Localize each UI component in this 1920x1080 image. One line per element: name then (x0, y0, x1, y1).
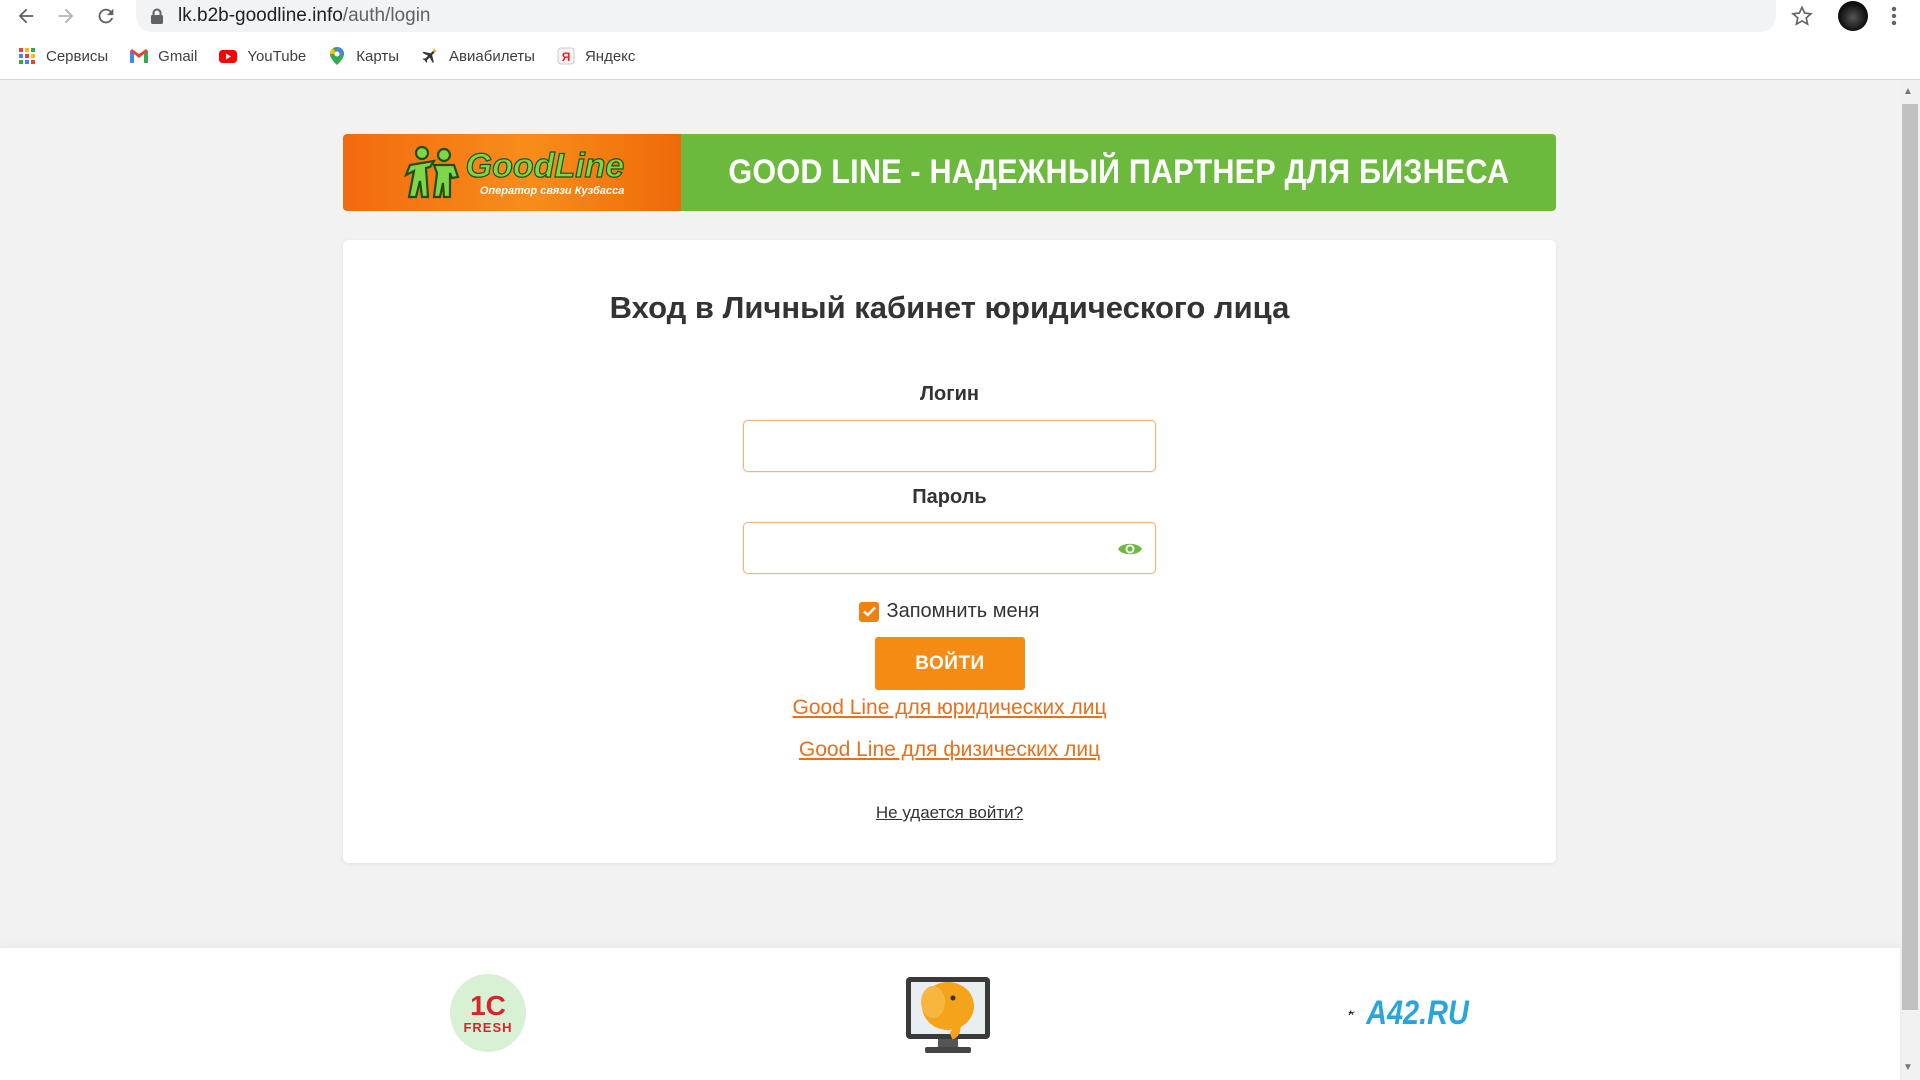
bookmark-maps[interactable]: Карты (328, 47, 399, 65)
login-input[interactable] (744, 421, 1155, 471)
reload-button[interactable] (86, 0, 126, 32)
bookmark-avia[interactable]: Авиабилеты (421, 47, 535, 65)
browser-menu-button[interactable] (1882, 2, 1906, 30)
bookmark-label: Сервисы (46, 47, 109, 65)
back-button[interactable] (6, 0, 46, 32)
bookmark-label: Авиабилеты (449, 47, 535, 65)
url-text: lk.b2b-goodline.info/auth/login (178, 5, 430, 27)
page-title: Вход в Личный кабинет юридического лица (609, 290, 1290, 325)
remember-checkbox[interactable] (859, 601, 880, 622)
eye-icon[interactable] (1117, 537, 1143, 561)
forward-icon (58, 8, 74, 24)
url-path: /auth/login (342, 5, 431, 26)
login-button[interactable]: ВОЙТИ (875, 637, 1025, 690)
login-label: Логин (920, 383, 979, 405)
bookmark-label: YouTube (247, 47, 307, 65)
kebab-menu-icon (1891, 6, 1897, 26)
star-icon (1791, 5, 1813, 26)
password-field[interactable] (743, 522, 1156, 574)
scroll-up-arrow-icon[interactable]: ▲ (1903, 86, 1913, 97)
link-trouble-login[interactable]: Не удается войти? (343, 803, 1556, 823)
forward-button[interactable] (46, 0, 86, 32)
airplane-icon (421, 47, 439, 65)
logo-text-block: GoodLine Оператор связи Кузбасса (465, 146, 625, 197)
lock-icon (151, 8, 163, 24)
remember-me-row[interactable]: Запомнить меня (343, 600, 1556, 623)
bookmarks-bar: Сервисы Gmail YouTube Карты Авиабилеты Я… (0, 40, 1920, 72)
bookmark-label: Карты (356, 47, 400, 65)
chrome-divider (0, 79, 1920, 80)
link-personal[interactable]: Good Line для физических лиц (343, 738, 1556, 762)
bookmark-gmail[interactable]: Gmail (130, 47, 197, 65)
fresh-1c-text: 1С (470, 989, 506, 1021)
maps-pin-icon (328, 47, 346, 65)
bookmark-label: Яндекс (584, 47, 636, 65)
svg-text:Я: Я (562, 50, 571, 64)
a42-text: A42.RU (1366, 993, 1469, 1032)
bookmark-star-button[interactable] (1788, 2, 1816, 30)
flying-man-icon (1348, 1010, 1355, 1016)
bookmark-youtube[interactable]: YouTube (219, 47, 306, 65)
reload-icon (98, 8, 114, 24)
bookmark-services[interactable]: Сервисы (18, 47, 108, 65)
login-card: Вход в Личный кабинет юридического лица … (343, 240, 1556, 863)
1c-fresh-logo[interactable]: 1С FRESH (450, 974, 526, 1052)
scrollbar-thumb[interactable] (1902, 104, 1918, 1010)
logo-tagline: Оператор связи Кузбасса (479, 184, 625, 197)
address-bar[interactable]: lk.b2b-goodline.info/auth/login (136, 0, 1776, 32)
people-logo-icon (403, 145, 460, 198)
banner-slogan-area: GOOD LINE - НАДЕЖНЫЙ ПАРТНЕР ДЛЯ БИЗНЕСА (681, 134, 1556, 211)
apps-grid-icon (18, 47, 36, 65)
gmail-icon (130, 47, 149, 65)
password-label: Пароль (912, 486, 987, 508)
profile-avatar[interactable] (1838, 1, 1868, 31)
bookmark-label: Gmail (158, 47, 198, 65)
url-host: lk.b2b-goodline.info (178, 5, 343, 26)
link-business[interactable]: Good Line для юридических лиц (343, 696, 1556, 720)
a42-logo[interactable]: A42.RU (1348, 988, 1478, 1038)
checkmark-icon (863, 606, 876, 617)
remember-label: Запомнить меня (886, 600, 1040, 622)
login-field[interactable] (743, 420, 1156, 472)
password-input[interactable] (744, 523, 1155, 573)
elephant-monitor-logo[interactable] (903, 974, 993, 1056)
back-icon (18, 8, 34, 24)
goodline-logo[interactable]: GoodLine Оператор связи Кузбасса (343, 134, 681, 211)
bookmark-yandex[interactable]: Я Яндекс (557, 47, 635, 65)
yandex-icon: Я (557, 47, 575, 65)
banner-title: GOOD LINE - НАДЕЖНЫЙ ПАРТНЕР ДЛЯ БИЗНЕСА (728, 153, 1509, 191)
fresh-word-text: FRESH (463, 1019, 513, 1035)
logo-wordmark: GoodLine (465, 146, 625, 185)
scroll-down-arrow-icon[interactable]: ▼ (1903, 1062, 1913, 1073)
footer-partners: 1С FRESH A42.RU (0, 947, 1900, 1080)
elephant-monitor-icon (906, 977, 990, 1053)
youtube-icon (219, 47, 238, 65)
header-banner: GoodLine Оператор связи Кузбасса GOOD LI… (343, 134, 1556, 211)
